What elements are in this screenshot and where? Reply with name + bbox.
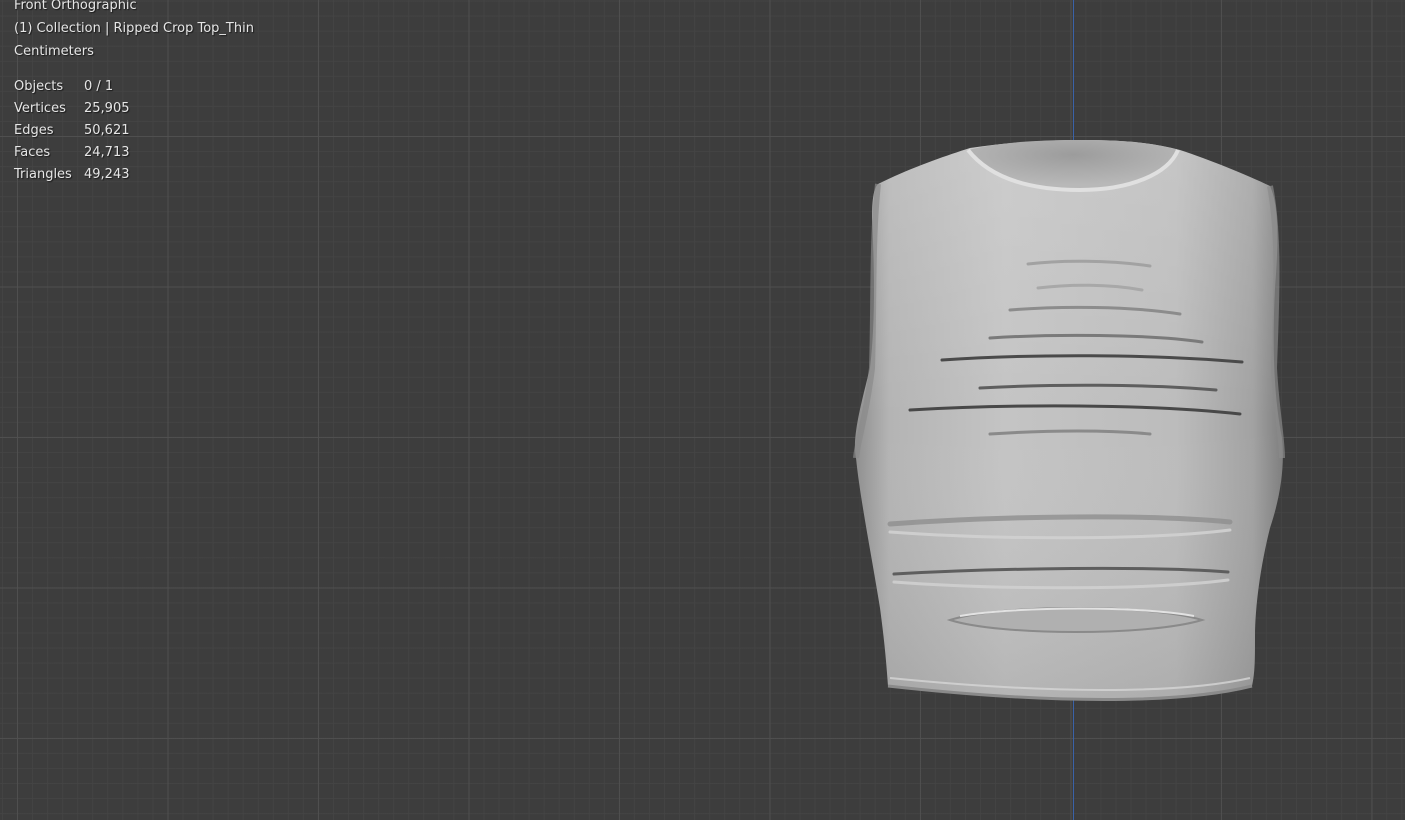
stat-objects: Objects 0 / 1 bbox=[14, 76, 254, 98]
stat-objects-value: 0 / 1 bbox=[84, 79, 114, 94]
stat-edges: Edges 50,621 bbox=[14, 120, 254, 142]
view-name: Front Orthographic bbox=[14, 0, 137, 13]
stat-edges-value: 50,621 bbox=[84, 123, 130, 138]
stat-vertices-value: 25,905 bbox=[84, 101, 130, 116]
viewport-text-overlay: Front Orthographic (1) Collection | Ripp… bbox=[14, 0, 254, 186]
stat-edges-label: Edges bbox=[14, 123, 54, 138]
collection-label: (1) Collection | Ripped Crop Top_Thin bbox=[14, 21, 254, 36]
stat-triangles-value: 49,243 bbox=[84, 167, 130, 182]
stat-triangles-label: Triangles bbox=[14, 167, 72, 182]
stat-faces-value: 24,713 bbox=[84, 145, 130, 160]
stat-vertices: Vertices 25,905 bbox=[14, 98, 254, 120]
stat-faces-label: Faces bbox=[14, 145, 51, 160]
stat-objects-label: Objects bbox=[14, 79, 64, 94]
statistics-panel: Objects 0 / 1 Vertices 25,905 Edges 50,6… bbox=[14, 76, 254, 186]
stat-faces: Faces 24,713 bbox=[14, 142, 254, 164]
3d-viewport[interactable]: Front Orthographic (1) Collection | Ripp… bbox=[0, 0, 1405, 820]
stat-triangles: Triangles 49,243 bbox=[14, 164, 254, 186]
stat-vertices-label: Vertices bbox=[14, 101, 66, 116]
units-label: Centimeters bbox=[14, 44, 94, 59]
crop-top-mesh-icon[interactable] bbox=[850, 138, 1290, 708]
